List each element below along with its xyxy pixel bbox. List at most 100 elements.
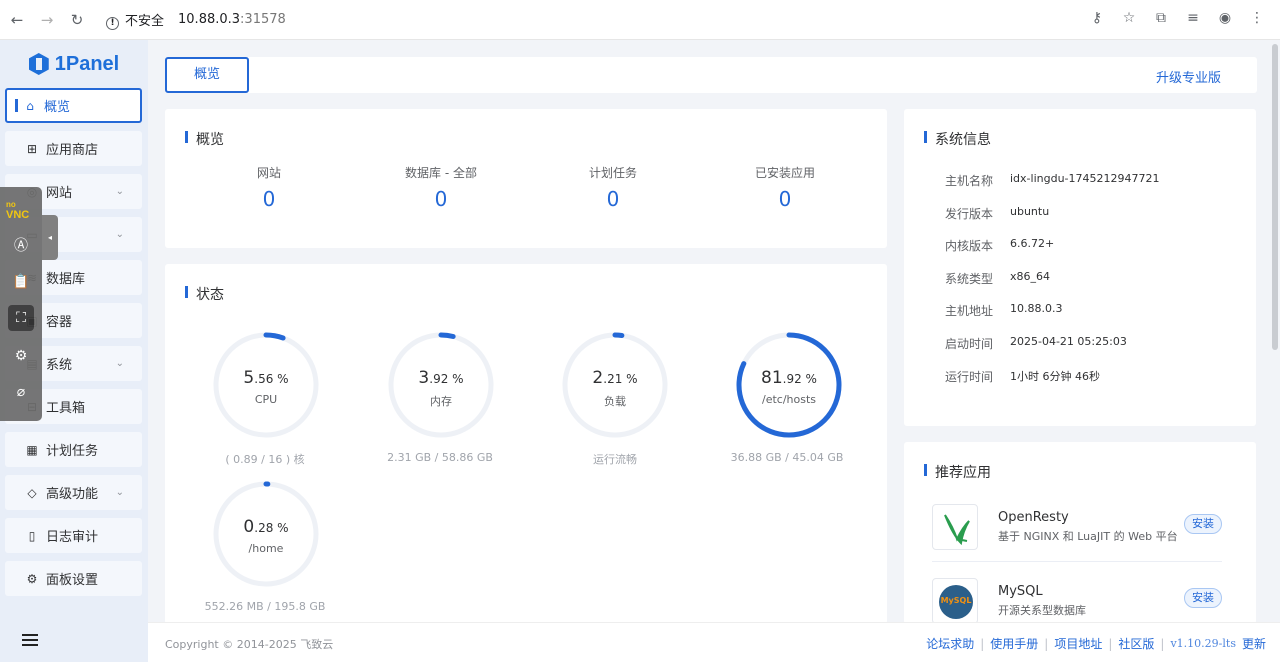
stat-value[interactable]: 0 [553, 187, 673, 211]
novnc-logo: no VNC [6, 200, 30, 222]
stat-value[interactable]: 0 [209, 187, 329, 211]
openresty-logo-icon [932, 504, 978, 550]
overview-title: 概览 [185, 129, 224, 149]
security-indicator[interactable]: ! 不安全 [106, 10, 164, 30]
novnc-handle[interactable]: ◂ [42, 215, 58, 260]
app-name[interactable]: MySQL [998, 584, 1043, 599]
recommended-apps-title: 推荐应用 [924, 462, 991, 482]
menu-kebab-icon[interactable]: ⋮ [1248, 10, 1266, 28]
sidebar-item-11[interactable]: ⚙ 面板设置 [5, 561, 142, 596]
info-value: x86_64 [1010, 269, 1051, 283]
app-description: 基于 NGINX 和 LuaJIT 的 Web 平台 [998, 530, 1178, 543]
gauge-value: 5.56 % [211, 368, 321, 388]
footer-link[interactable]: 项目地址 [1054, 635, 1102, 652]
address-bar[interactable]: ! 不安全 10.88.0.3:31578 [106, 5, 286, 35]
info-value: ubuntu [1010, 204, 1050, 218]
collapse-menu-icon[interactable] [22, 634, 38, 646]
insecure-label: 不安全 [125, 13, 165, 29]
url-host: 10.88.0.3 [178, 12, 241, 27]
disconnect-icon[interactable]: ⌀ [8, 379, 34, 405]
info-key: 运行时间 [945, 369, 994, 384]
fullscreen-icon[interactable]: ⛶ [8, 305, 34, 331]
info-key: 发行版本 [945, 206, 994, 221]
settings-icon[interactable]: ⚙ [8, 343, 34, 369]
profile-icon[interactable]: ◉ [1216, 10, 1234, 28]
app-name[interactable]: OpenResty [998, 510, 1069, 525]
status-card: 状态 5.56 % CPU( 0.89 / 16 ) 核 3.92 % 内存 2.31 … [165, 264, 887, 624]
gauge-value-dec: .28 % [254, 521, 289, 535]
page-scrollbar[interactable] [1272, 44, 1278, 350]
gauge-name: /home [248, 542, 284, 555]
install-button[interactable]: 安装 [1184, 514, 1222, 534]
clipboard-icon[interactable]: 📋 [8, 269, 34, 295]
sidebar-item-1[interactable]: ⊞ 应用商店 [5, 131, 142, 166]
overview-stat[interactable]: 数据库 - 全部 0 [381, 164, 501, 211]
stat-label: 计划任务 [588, 166, 637, 180]
chevron-down-icon: ⌄ [115, 186, 124, 197]
stat-label: 网站 [256, 166, 281, 180]
overview-stat[interactable]: 计划任务 0 [553, 164, 673, 211]
chevron-down-icon: ⌄ [115, 358, 124, 369]
gauge-name: CPU [254, 393, 278, 406]
system-info-row: 发行版本 ubuntu [945, 205, 1049, 222]
footer-link[interactable]: 论坛求助 [926, 635, 974, 652]
logo-hex-icon [28, 53, 49, 75]
footer-separator: | [1108, 636, 1113, 651]
stat-value[interactable]: 0 [725, 187, 845, 211]
gauge-subtext: 运行流畅 [593, 453, 637, 466]
gauge-value-int: 0 [243, 517, 255, 537]
info-value: 6.6.72+ [1010, 237, 1055, 251]
browser-toolbar: ← → ↻ ! 不安全 10.88.0.3:31578 ⚷ ☆ ⧉ ≡ ◉ ⋮ [0, 0, 1280, 40]
sidebar-item-10[interactable]: ▯ 日志审计 [5, 518, 142, 553]
stat-label: 数据库 - 全部 [405, 166, 477, 180]
gauge-subtext: ( 0.89 / 16 ) 核 [225, 453, 305, 466]
system-info-row: 启动时间 2025-04-21 05:25:03 [945, 335, 1127, 352]
reload-icon[interactable]: ↻ [62, 11, 92, 29]
url-port: :31578 [240, 12, 286, 27]
app-logo[interactable]: 1Panel [0, 40, 148, 88]
info-value: 1小时 6分钟 46秒 [1010, 369, 1100, 383]
keyboard-icon[interactable]: Ⓐ [8, 233, 34, 259]
system-info-row: 运行时间 1小时 6分钟 46秒 [945, 368, 1100, 385]
top-tab-bar: 概览 升级专业版 [165, 57, 1257, 93]
info-value: 2025-04-21 05:25:03 [1010, 335, 1127, 348]
gauge-4: 0.28 % /home [211, 479, 321, 589]
overview-stat[interactable]: 已安装应用 0 [725, 164, 845, 211]
footer-separator: | [980, 636, 985, 651]
sidebar-item-0[interactable]: ⌂ 概览 [5, 88, 142, 123]
media-queue-icon[interactable]: ≡ [1184, 10, 1202, 28]
info-value: 10.88.0.3 [1010, 302, 1063, 316]
gauge-0: 5.56 % CPU [211, 330, 321, 440]
update-link[interactable]: 更新 [1242, 635, 1266, 652]
calendar-icon: ▦ [26, 442, 38, 457]
install-button[interactable]: 安装 [1184, 588, 1222, 608]
password-key-icon[interactable]: ⚷ [1088, 10, 1106, 28]
system-info-row: 内核版本 6.6.72+ [945, 237, 1054, 254]
status-title: 状态 [185, 284, 224, 304]
sidebar-item-label: 概览 [44, 100, 71, 115]
footer-links: 论坛求助 | 使用手册 | 项目地址 | 社区版 | v1.10.29-lts 更新 [926, 635, 1266, 652]
info-value: idx-lingdu-1745212947721 [1010, 172, 1160, 185]
app-row: MySQL MySQL 开源关系型数据库 安装 [932, 578, 1222, 624]
sidebar-item-label: 应用商店 [46, 143, 99, 158]
tab-overview[interactable]: 概览 [165, 57, 249, 93]
gauge-value-int: 3 [418, 368, 430, 388]
gauge-value-dec: .92 % [429, 372, 464, 386]
recommended-apps-card: 推荐应用 OpenResty 基于 NGINX 和 LuaJIT 的 Web 平台… [904, 442, 1256, 624]
sidebar-item-label: 系统 [46, 358, 73, 373]
extensions-icon[interactable]: ⧉ [1152, 10, 1170, 28]
footer-separator: | [1044, 636, 1049, 651]
sidebar-item-8[interactable]: ▦ 计划任务 [5, 432, 142, 467]
stat-value[interactable]: 0 [381, 187, 501, 211]
footer-link[interactable]: 社区版 [1118, 635, 1154, 652]
app-description: 开源关系型数据库 [998, 604, 1086, 617]
sidebar-item-9[interactable]: ◇ 高级功能 ⌄ [5, 475, 142, 510]
forward-icon[interactable]: → [32, 11, 62, 29]
back-icon[interactable]: ← [2, 11, 32, 29]
overview-stat[interactable]: 网站 0 [209, 164, 329, 211]
bookmark-star-icon[interactable]: ☆ [1120, 10, 1138, 28]
gauge-name: /etc/hosts [761, 393, 817, 406]
upgrade-pro-link[interactable]: 升级专业版 [1156, 67, 1221, 86]
footer-link[interactable]: 使用手册 [990, 635, 1038, 652]
gauge-value: 2.21 % [560, 368, 670, 388]
